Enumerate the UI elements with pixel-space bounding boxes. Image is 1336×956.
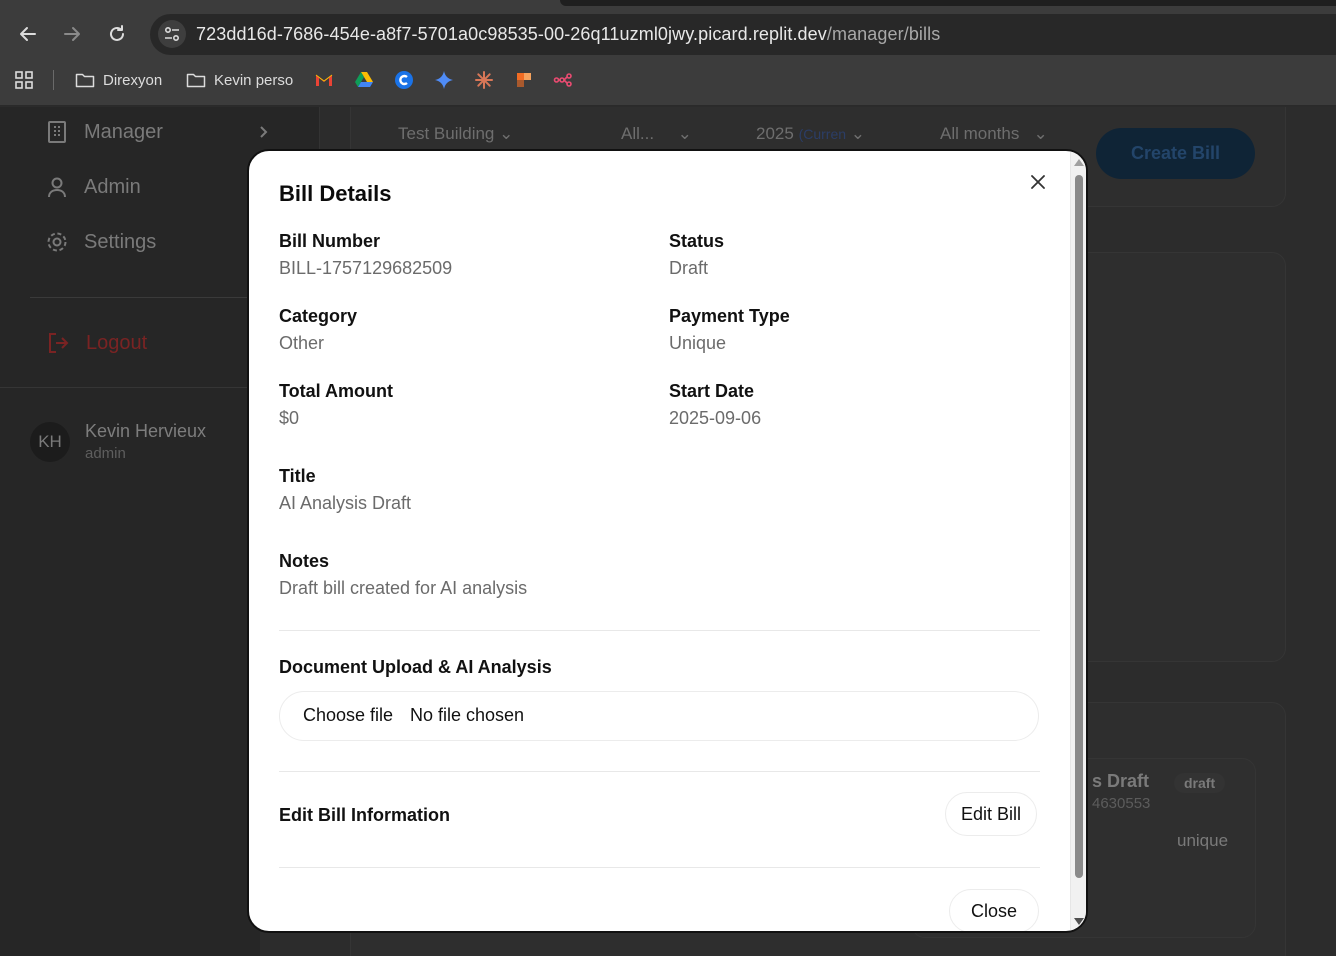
gmail-icon[interactable] xyxy=(314,70,334,90)
building-icon xyxy=(48,121,66,143)
sidebar-item-label: Manager xyxy=(84,120,163,143)
url-text: 723dd16d-7686-454e-a8f7-5701a0c98535-00-… xyxy=(196,24,940,45)
sidebar-item-label: Settings xyxy=(84,230,157,253)
sidebar-item-label: Admin xyxy=(84,175,141,198)
site-info-button[interactable] xyxy=(158,20,186,48)
building-select-value: Test Building xyxy=(398,124,495,143)
edit-heading: Edit Bill Information xyxy=(279,805,450,825)
bill-item-number: 4630553 xyxy=(1092,795,1151,812)
tab-strip xyxy=(560,0,1336,6)
start-date-value: 2025-09-06 xyxy=(669,408,762,428)
dialog-title: Bill Details xyxy=(279,181,392,206)
arrow-right-icon xyxy=(64,27,80,41)
bill-details-dialog: Bill Details Bill Number BILL-1757129682… xyxy=(247,149,1088,933)
gear-icon xyxy=(47,232,67,252)
bookmarks-separator xyxy=(53,70,54,90)
claude-icon[interactable] xyxy=(474,70,494,90)
back-button[interactable] xyxy=(14,20,42,48)
user-role: admin xyxy=(85,445,126,462)
bill-number-value: BILL-1757129682509 xyxy=(279,258,453,278)
year-current-tag: (Curren xyxy=(798,126,847,142)
folder-icon xyxy=(75,73,95,88)
c-app-icon[interactable] xyxy=(394,70,414,90)
building-select[interactable]: Test Building ⌄ xyxy=(398,124,513,144)
logout-icon xyxy=(49,333,69,353)
folder-icon xyxy=(186,73,206,88)
chevron-right-icon xyxy=(260,126,268,138)
user-icon xyxy=(48,177,66,198)
status-value: Draft xyxy=(669,258,709,278)
upload-heading: Document Upload & AI Analysis xyxy=(279,657,552,677)
bookmark-label: Direxyon xyxy=(103,71,163,89)
file-status: No file chosen xyxy=(410,705,525,725)
notes-value: Draft bill created for AI analysis xyxy=(279,578,528,598)
logout-button[interactable]: Logout xyxy=(46,328,147,358)
reload-button[interactable] xyxy=(103,20,131,48)
edit-bill-button[interactable]: Edit Bill xyxy=(945,792,1037,836)
notes-label: Notes xyxy=(279,551,330,571)
close-button[interactable]: Close xyxy=(949,889,1039,931)
dialog-body: Bill Details Bill Number BILL-1757129682… xyxy=(249,151,1071,931)
bookmark-folder-direxyon[interactable]: Direxyon xyxy=(75,69,162,91)
total-amount-label: Total Amount xyxy=(279,381,393,401)
bill-number-label: Bill Number xyxy=(279,231,381,251)
apps-grid-icon[interactable] xyxy=(14,70,34,90)
scroll-up-arrow[interactable] xyxy=(1074,159,1084,166)
dialog-scrollbar[interactable] xyxy=(1070,151,1086,931)
bill-item-title: s Draft xyxy=(1092,771,1150,791)
reload-icon xyxy=(110,25,124,41)
bill-item-payment: unique xyxy=(1177,831,1229,850)
figma-like-icon[interactable] xyxy=(514,70,534,90)
category-label: Category xyxy=(279,306,358,326)
tune-icon xyxy=(164,26,180,42)
close-icon[interactable] xyxy=(1027,171,1049,193)
arrow-left-icon xyxy=(20,27,36,41)
logout-label: Logout xyxy=(86,331,148,354)
choose-file-button[interactable]: Choose file xyxy=(303,705,393,726)
status-label: Status xyxy=(669,231,725,251)
sidebar-item-manager[interactable]: Manager xyxy=(46,117,268,147)
browser-toolbar: 723dd16d-7686-454e-a8f7-5701a0c98535-00-… xyxy=(0,0,1336,56)
url-host: 723dd16d-7686-454e-a8f7-5701a0c98535-00-… xyxy=(196,24,827,44)
year-select[interactable]: 2025 (Curren ⌄ xyxy=(756,124,865,144)
google-drive-icon[interactable] xyxy=(354,70,374,90)
address-bar[interactable]: 723dd16d-7686-454e-a8f7-5701a0c98535-00-… xyxy=(150,14,1336,55)
sidebar-lower xyxy=(0,494,260,956)
user-name: Kevin Hervieux xyxy=(85,421,207,441)
status-badge: draft xyxy=(1174,773,1226,793)
section-divider xyxy=(279,630,1040,631)
payment-type-label: Payment Type xyxy=(669,306,790,326)
total-amount-value: $0 xyxy=(279,408,300,428)
create-bill-button[interactable]: Create Bill xyxy=(1096,128,1255,179)
bookmark-label: Kevin perso xyxy=(214,71,294,89)
gemini-icon[interactable] xyxy=(434,70,454,90)
bookmark-folder-kevin-perso[interactable]: Kevin perso xyxy=(186,69,293,91)
scroll-down-arrow[interactable] xyxy=(1074,918,1084,925)
forward-button[interactable] xyxy=(58,20,86,48)
file-upload-input[interactable]: Choose file No file chosen xyxy=(279,691,1039,741)
section-divider xyxy=(279,867,1040,868)
avatar[interactable]: KH xyxy=(30,422,70,462)
sidebar-item-settings[interactable]: Settings xyxy=(46,227,156,257)
type-select-value: All... xyxy=(621,124,655,143)
title-label: Title xyxy=(279,466,316,486)
months-select[interactable]: All months ⌄ xyxy=(940,124,1048,144)
start-date-label: Start Date xyxy=(669,381,755,401)
type-select[interactable]: All... ⌄ xyxy=(621,124,692,144)
workflow-icon[interactable] xyxy=(553,70,573,90)
category-value: Other xyxy=(279,333,325,353)
year-select-value: 2025 xyxy=(756,124,794,143)
months-select-value: All months xyxy=(940,124,1020,143)
title-value: AI Analysis Draft xyxy=(279,493,412,513)
scroll-thumb[interactable] xyxy=(1075,175,1083,878)
section-divider xyxy=(279,771,1040,772)
url-path: /manager/bills xyxy=(826,24,941,44)
sidebar-item-admin[interactable]: Admin xyxy=(46,172,141,202)
payment-type-value: Unique xyxy=(669,333,727,353)
